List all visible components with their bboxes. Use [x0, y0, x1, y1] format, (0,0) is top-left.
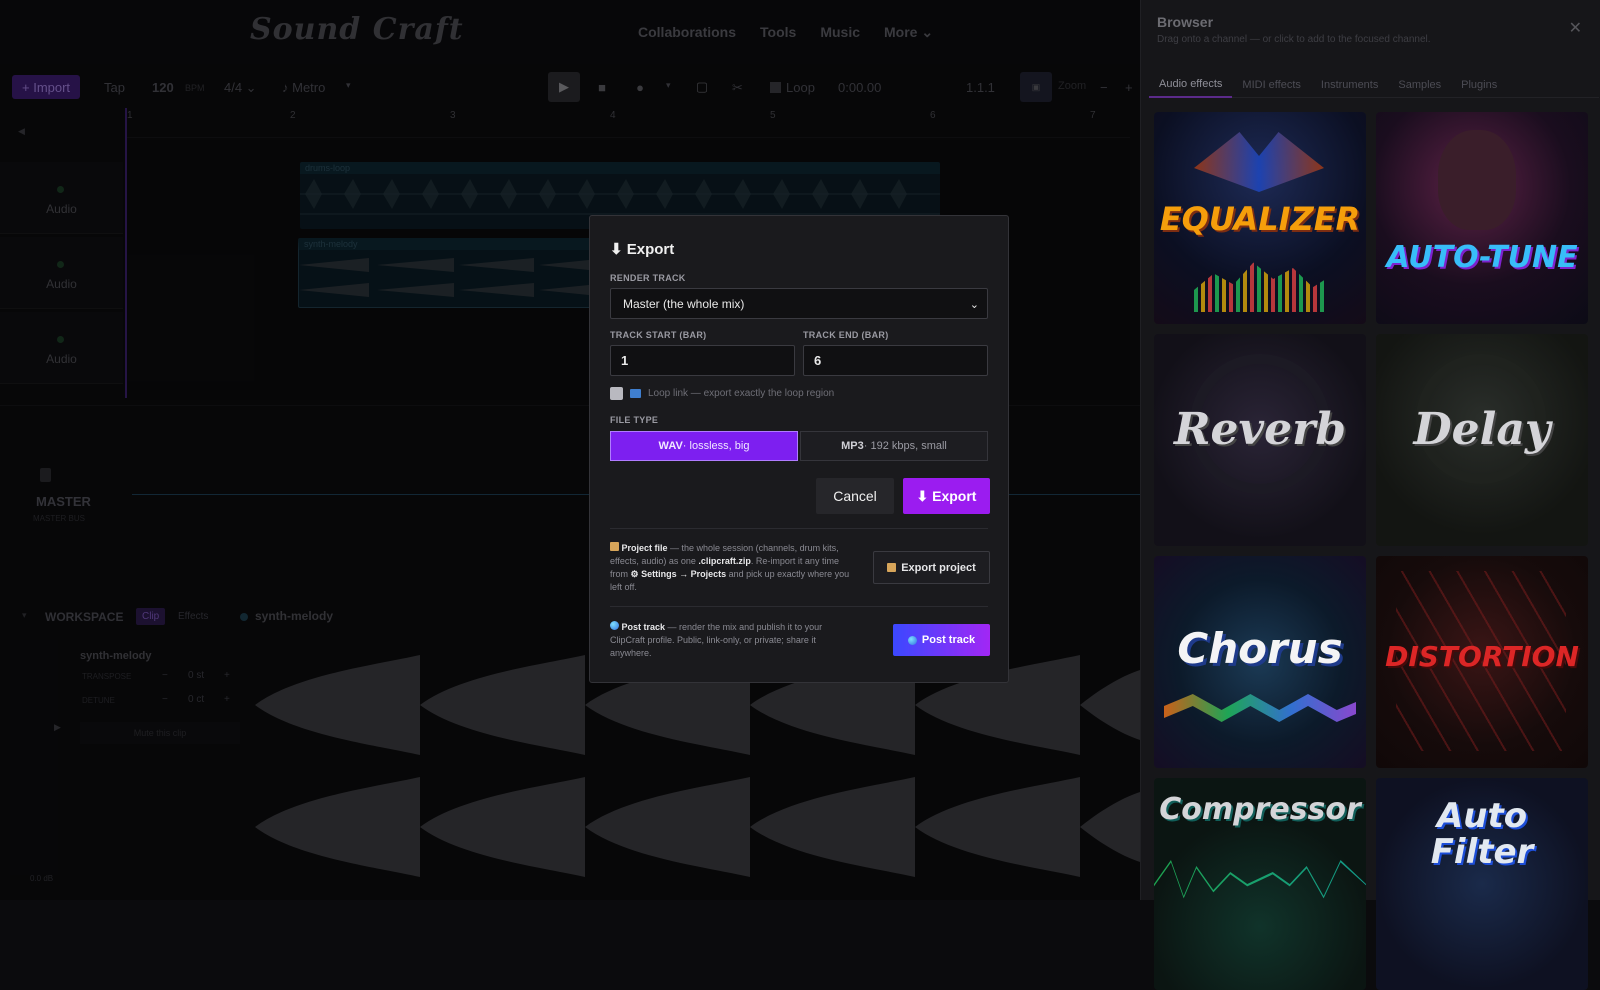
loop-link-label: Loop link — export exactly the loop regi…	[648, 388, 835, 399]
divider	[610, 606, 988, 607]
browser-tabs: Audio effects MIDI effects Instruments S…	[1149, 72, 1599, 98]
wav-description: · lossless, big	[682, 440, 750, 452]
track-end-label: TRACK END (BAR)	[803, 330, 889, 340]
tab-instruments[interactable]: Instruments	[1311, 72, 1388, 98]
close-icon[interactable]: ✕	[1569, 18, 1582, 38]
package-icon	[887, 563, 897, 572]
export-dialog: ⬇ Export RENDER TRACK Master (the whole …	[589, 215, 1009, 683]
wav-format: WAV	[658, 440, 683, 452]
tile-title: EQUALIZER	[1159, 200, 1361, 238]
divider	[610, 528, 988, 529]
effects-grid: EQUALIZER AUTO-TUNE Reverb Delay Chorus …	[1154, 112, 1594, 990]
loop-link-row: Loop link — export exactly the loop regi…	[610, 387, 834, 400]
mp3-format: MP3	[841, 440, 864, 452]
browser-subtitle: Drag onto a channel — or click to add to…	[1157, 34, 1431, 45]
post-track-button[interactable]: Post track	[893, 624, 990, 656]
app-root: Sound Craft Collaborations Tools Music M…	[0, 0, 1600, 990]
tile-title: DISTORTION	[1385, 640, 1579, 673]
effect-tile-delay[interactable]: Delay	[1376, 334, 1588, 546]
track-start-input[interactable]: 1	[610, 345, 795, 376]
render-track-value: Master (the whole mix)	[623, 296, 745, 311]
project-file-title: Project file	[621, 543, 668, 553]
effect-tile-reverb[interactable]: Reverb	[1154, 334, 1366, 546]
tile-title: Auto Filter	[1430, 796, 1534, 872]
tile-title: Chorus	[1177, 624, 1343, 673]
eq-bars-graphic	[1194, 262, 1326, 312]
effect-tile-compressor[interactable]: Compressor	[1154, 778, 1366, 990]
dialog-title: ⬇ Export	[610, 241, 675, 258]
track-end-input[interactable]: 6	[803, 345, 988, 376]
singer-graphic	[1438, 130, 1516, 230]
mp3-description: · 192 kbps, small	[863, 440, 947, 452]
post-track-title: Post track	[621, 622, 666, 632]
export-project-button[interactable]: Export project	[873, 551, 990, 584]
tab-audio-effects[interactable]: Audio effects	[1149, 72, 1233, 98]
settings-path: ⚙ Settings → Projects	[630, 569, 727, 579]
effect-tile-equalizer[interactable]: EQUALIZER	[1154, 112, 1366, 324]
cancel-button[interactable]: Cancel	[816, 478, 894, 514]
render-track-label: RENDER TRACK	[610, 273, 686, 283]
loop-link-checkbox[interactable]	[610, 387, 623, 400]
browser-panel: Browser Drag onto a channel — or click t…	[1140, 0, 1600, 990]
tab-plugins[interactable]: Plugins	[1451, 72, 1507, 98]
render-track-select[interactable]: Master (the whole mix) ⌄	[610, 288, 988, 319]
eagle-graphic	[1194, 132, 1324, 192]
wave-graphic	[1164, 694, 1356, 722]
effect-tile-chorus[interactable]: Chorus	[1154, 556, 1366, 768]
post-track-description: Post track — render the mix and publish …	[610, 621, 853, 660]
effect-tile-auto-tune[interactable]: AUTO-TUNE	[1376, 112, 1588, 324]
globe-icon	[907, 635, 917, 645]
project-file-ext: .clipcraft.zip	[698, 556, 751, 566]
tab-midi-effects[interactable]: MIDI effects	[1232, 72, 1310, 98]
effect-tile-auto-filter[interactable]: Auto Filter	[1376, 778, 1588, 990]
effect-tile-distortion[interactable]: DISTORTION	[1376, 556, 1588, 768]
tile-title: AUTO-TUNE	[1386, 240, 1578, 275]
tile-title: Compressor	[1159, 792, 1361, 827]
filetype-mp3-option[interactable]: MP3 · 192 kbps, small	[800, 431, 988, 461]
loop-icon	[630, 389, 641, 398]
chevron-down-icon: ⌄	[969, 299, 979, 311]
globe-icon	[610, 621, 619, 630]
package-icon	[610, 542, 619, 551]
project-file-description: Project file — the whole session (channe…	[610, 542, 853, 594]
filetype-wav-option[interactable]: WAV · lossless, big	[610, 431, 798, 461]
export-project-label: Export project	[901, 561, 976, 574]
track-start-label: TRACK START (BAR)	[610, 330, 707, 340]
tile-title: Reverb	[1173, 404, 1347, 455]
export-button[interactable]: ⬇ Export	[903, 478, 990, 514]
tile-title: Delay	[1413, 404, 1551, 455]
compressor-wave-graphic	[1154, 860, 1366, 899]
post-track-label: Post track	[921, 634, 976, 646]
tab-samples[interactable]: Samples	[1388, 72, 1451, 98]
browser-title: Browser	[1157, 14, 1214, 30]
file-type-label: FILE TYPE	[610, 415, 659, 425]
